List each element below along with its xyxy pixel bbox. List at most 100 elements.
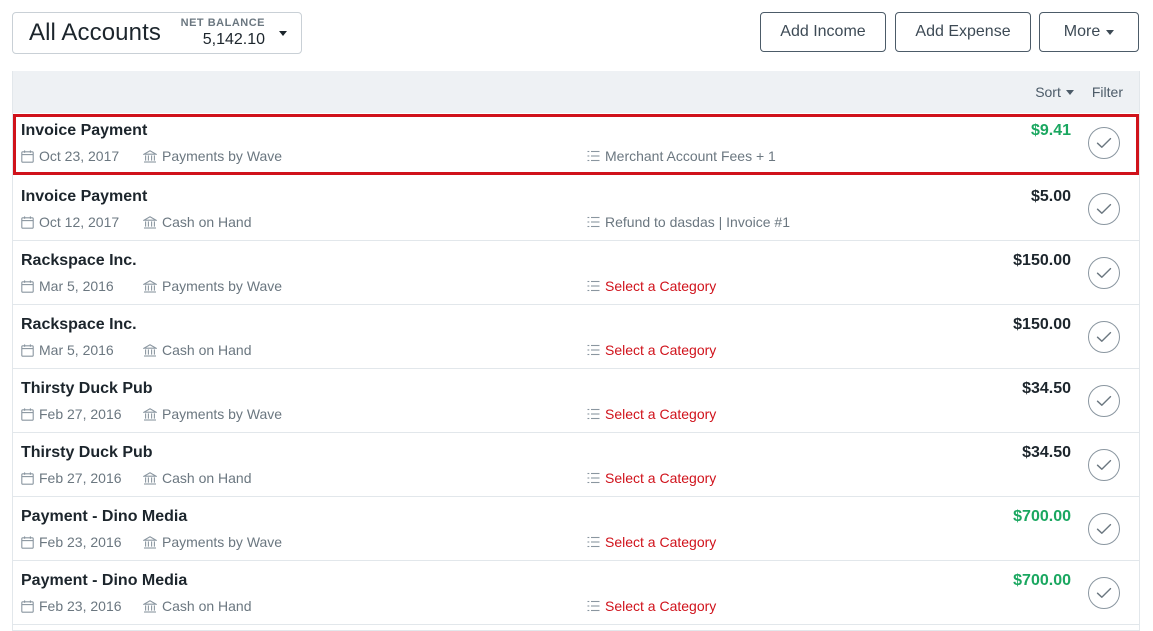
transaction-category-text: Select a Category <box>605 534 717 550</box>
transaction-description: Thirsty Duck Pub <box>21 444 153 461</box>
transaction-date: Feb 27, 2016 <box>21 470 143 486</box>
bank-icon <box>143 149 157 163</box>
add-income-button[interactable]: Add Income <box>760 12 886 52</box>
review-check-button[interactable] <box>1088 321 1120 353</box>
check-icon <box>1096 331 1112 343</box>
bank-icon <box>143 599 157 613</box>
caret-down-icon <box>279 30 287 36</box>
list-icon <box>587 150 600 162</box>
list-toolbar: Sort Filter <box>13 71 1139 113</box>
check-icon <box>1096 523 1112 535</box>
transaction-meta: Feb 23, 2016 Payments by Wave Select a C… <box>21 534 716 550</box>
transaction-amount: $34.50 <box>1022 444 1071 461</box>
transaction-account: Payments by Wave <box>143 406 587 422</box>
calendar-icon <box>21 471 34 485</box>
check-icon <box>1096 137 1112 149</box>
transaction-account: Cash on Hand <box>143 598 587 614</box>
bank-icon <box>143 343 157 357</box>
transaction-account: Payments by Wave <box>143 278 587 294</box>
check-icon <box>1096 587 1112 599</box>
transaction-account: Payments by Wave <box>143 534 587 550</box>
review-check-button[interactable] <box>1088 193 1120 225</box>
transaction-meta: Mar 5, 2016 Payments by Wave Select a Ca… <box>21 278 716 294</box>
transaction-date-text: Mar 5, 2016 <box>39 342 114 358</box>
transaction-date-text: Feb 23, 2016 <box>39 534 122 550</box>
transaction-account-text: Cash on Hand <box>162 598 252 614</box>
transaction-category[interactable]: Select a Category <box>587 278 716 294</box>
account-name: All Accounts <box>29 19 161 46</box>
review-check-button[interactable] <box>1088 127 1120 159</box>
transaction-amount: $700.00 <box>1013 572 1071 589</box>
transaction-account: Cash on Hand <box>143 214 587 230</box>
review-check-button[interactable] <box>1088 577 1120 609</box>
transaction-row[interactable]: Invoice Payment Oct 12, 2017 Cash on Han… <box>13 177 1139 241</box>
transaction-account-text: Payments by Wave <box>162 406 283 422</box>
add-expense-button[interactable]: Add Expense <box>895 12 1031 52</box>
transaction-category-text: Merchant Account Fees + 1 <box>605 148 776 164</box>
transaction-date: Oct 23, 2017 <box>21 148 143 164</box>
caret-down-icon <box>1106 29 1115 35</box>
transaction-amount: $150.00 <box>1013 252 1071 269</box>
transaction-category[interactable]: Select a Category <box>587 534 716 550</box>
transaction-category[interactable]: Merchant Account Fees + 1 <box>587 148 776 164</box>
transaction-row[interactable]: Thirsty Duck Pub Feb 27, 2016 <box>13 369 1139 433</box>
transaction-category[interactable]: Refund to dasdas | Invoice #1 <box>587 214 790 230</box>
transaction-amount: $9.41 <box>1030 122 1071 139</box>
transaction-row[interactable]: Payment - Dino Media Feb 23, 2016 <box>13 561 1139 625</box>
sort-button[interactable]: Sort <box>1035 84 1074 100</box>
transaction-category-text: Select a Category <box>605 278 717 294</box>
transaction-account-text: Payments by Wave <box>162 148 283 164</box>
account-selector[interactable]: All Accounts NET BALANCE 5,142.10 <box>12 12 302 54</box>
transaction-date: Feb 23, 2016 <box>21 598 143 614</box>
list-icon <box>587 408 600 420</box>
transaction-account-text: Cash on Hand <box>162 342 252 358</box>
transaction-row[interactable]: Thirsty Duck Pub Feb 27, 2016 <box>13 433 1139 497</box>
transaction-date-text: Mar 5, 2016 <box>39 278 114 294</box>
transaction-row[interactable]: Invoice Payment Oct 23, 2017 Payments by… <box>13 114 1139 175</box>
transaction-description: Thirsty Duck Pub <box>21 380 153 397</box>
calendar-icon <box>21 149 34 163</box>
more-button-label: More <box>1063 23 1101 40</box>
transaction-meta: Feb 27, 2016 Cash on Hand Select a Categ… <box>21 470 716 486</box>
check-icon <box>1096 395 1112 407</box>
transaction-account-text: Payments by Wave <box>162 534 283 550</box>
transaction-row[interactable]: Rackspace Inc. Mar 5, 2016 <box>13 241 1139 305</box>
transaction-description: Payment - Dino Media <box>21 572 188 589</box>
calendar-icon <box>21 215 34 229</box>
transaction-category-text: Select a Category <box>605 342 717 358</box>
transaction-amount: $5.00 <box>1030 188 1071 205</box>
review-check-button[interactable] <box>1088 513 1120 545</box>
check-icon <box>1096 203 1112 215</box>
transaction-meta: Mar 5, 2016 Cash on Hand Select a Catego… <box>21 342 716 358</box>
check-icon <box>1096 267 1112 279</box>
bank-icon <box>143 535 157 549</box>
transaction-category[interactable]: Select a Category <box>587 342 716 358</box>
net-balance-value: 5,142.10 <box>202 31 265 48</box>
transaction-account-text: Cash on Hand <box>162 214 252 230</box>
review-check-button[interactable] <box>1088 257 1120 289</box>
net-balance-label: NET BALANCE <box>180 17 265 29</box>
transaction-row[interactable]: Payment - Dino Media Feb 23, 2016 <box>13 497 1139 561</box>
transaction-description: Payment - Dino Media <box>21 508 188 525</box>
transaction-date-text: Oct 12, 2017 <box>39 214 120 230</box>
transaction-date: Feb 23, 2016 <box>21 534 143 550</box>
transaction-category[interactable]: Select a Category <box>587 406 716 422</box>
list-icon <box>587 216 600 228</box>
transaction-category[interactable]: Select a Category <box>587 598 716 614</box>
transaction-date-text: Feb 27, 2016 <box>39 470 122 486</box>
transaction-account: Cash on Hand <box>143 342 587 358</box>
transaction-description: Rackspace Inc. <box>21 316 137 333</box>
transaction-amount: $150.00 <box>1013 316 1071 333</box>
review-check-button[interactable] <box>1088 449 1120 481</box>
transaction-category[interactable]: Select a Category <box>587 470 716 486</box>
net-balance: NET BALANCE 5,142.10 <box>181 18 265 48</box>
more-button[interactable]: More <box>1039 12 1139 52</box>
transaction-row[interactable]: Rackspace Inc. Mar 5, 2016 <box>13 305 1139 369</box>
transaction-meta: Feb 27, 2016 Payments by Wave Select a C… <box>21 406 716 422</box>
transaction-date-text: Feb 23, 2016 <box>39 598 122 614</box>
transaction-date: Oct 12, 2017 <box>21 214 143 230</box>
filter-button[interactable]: Filter <box>1092 84 1123 100</box>
review-check-button[interactable] <box>1088 385 1120 417</box>
caret-down-icon <box>1065 89 1074 95</box>
transaction-amount: $34.50 <box>1022 380 1071 397</box>
